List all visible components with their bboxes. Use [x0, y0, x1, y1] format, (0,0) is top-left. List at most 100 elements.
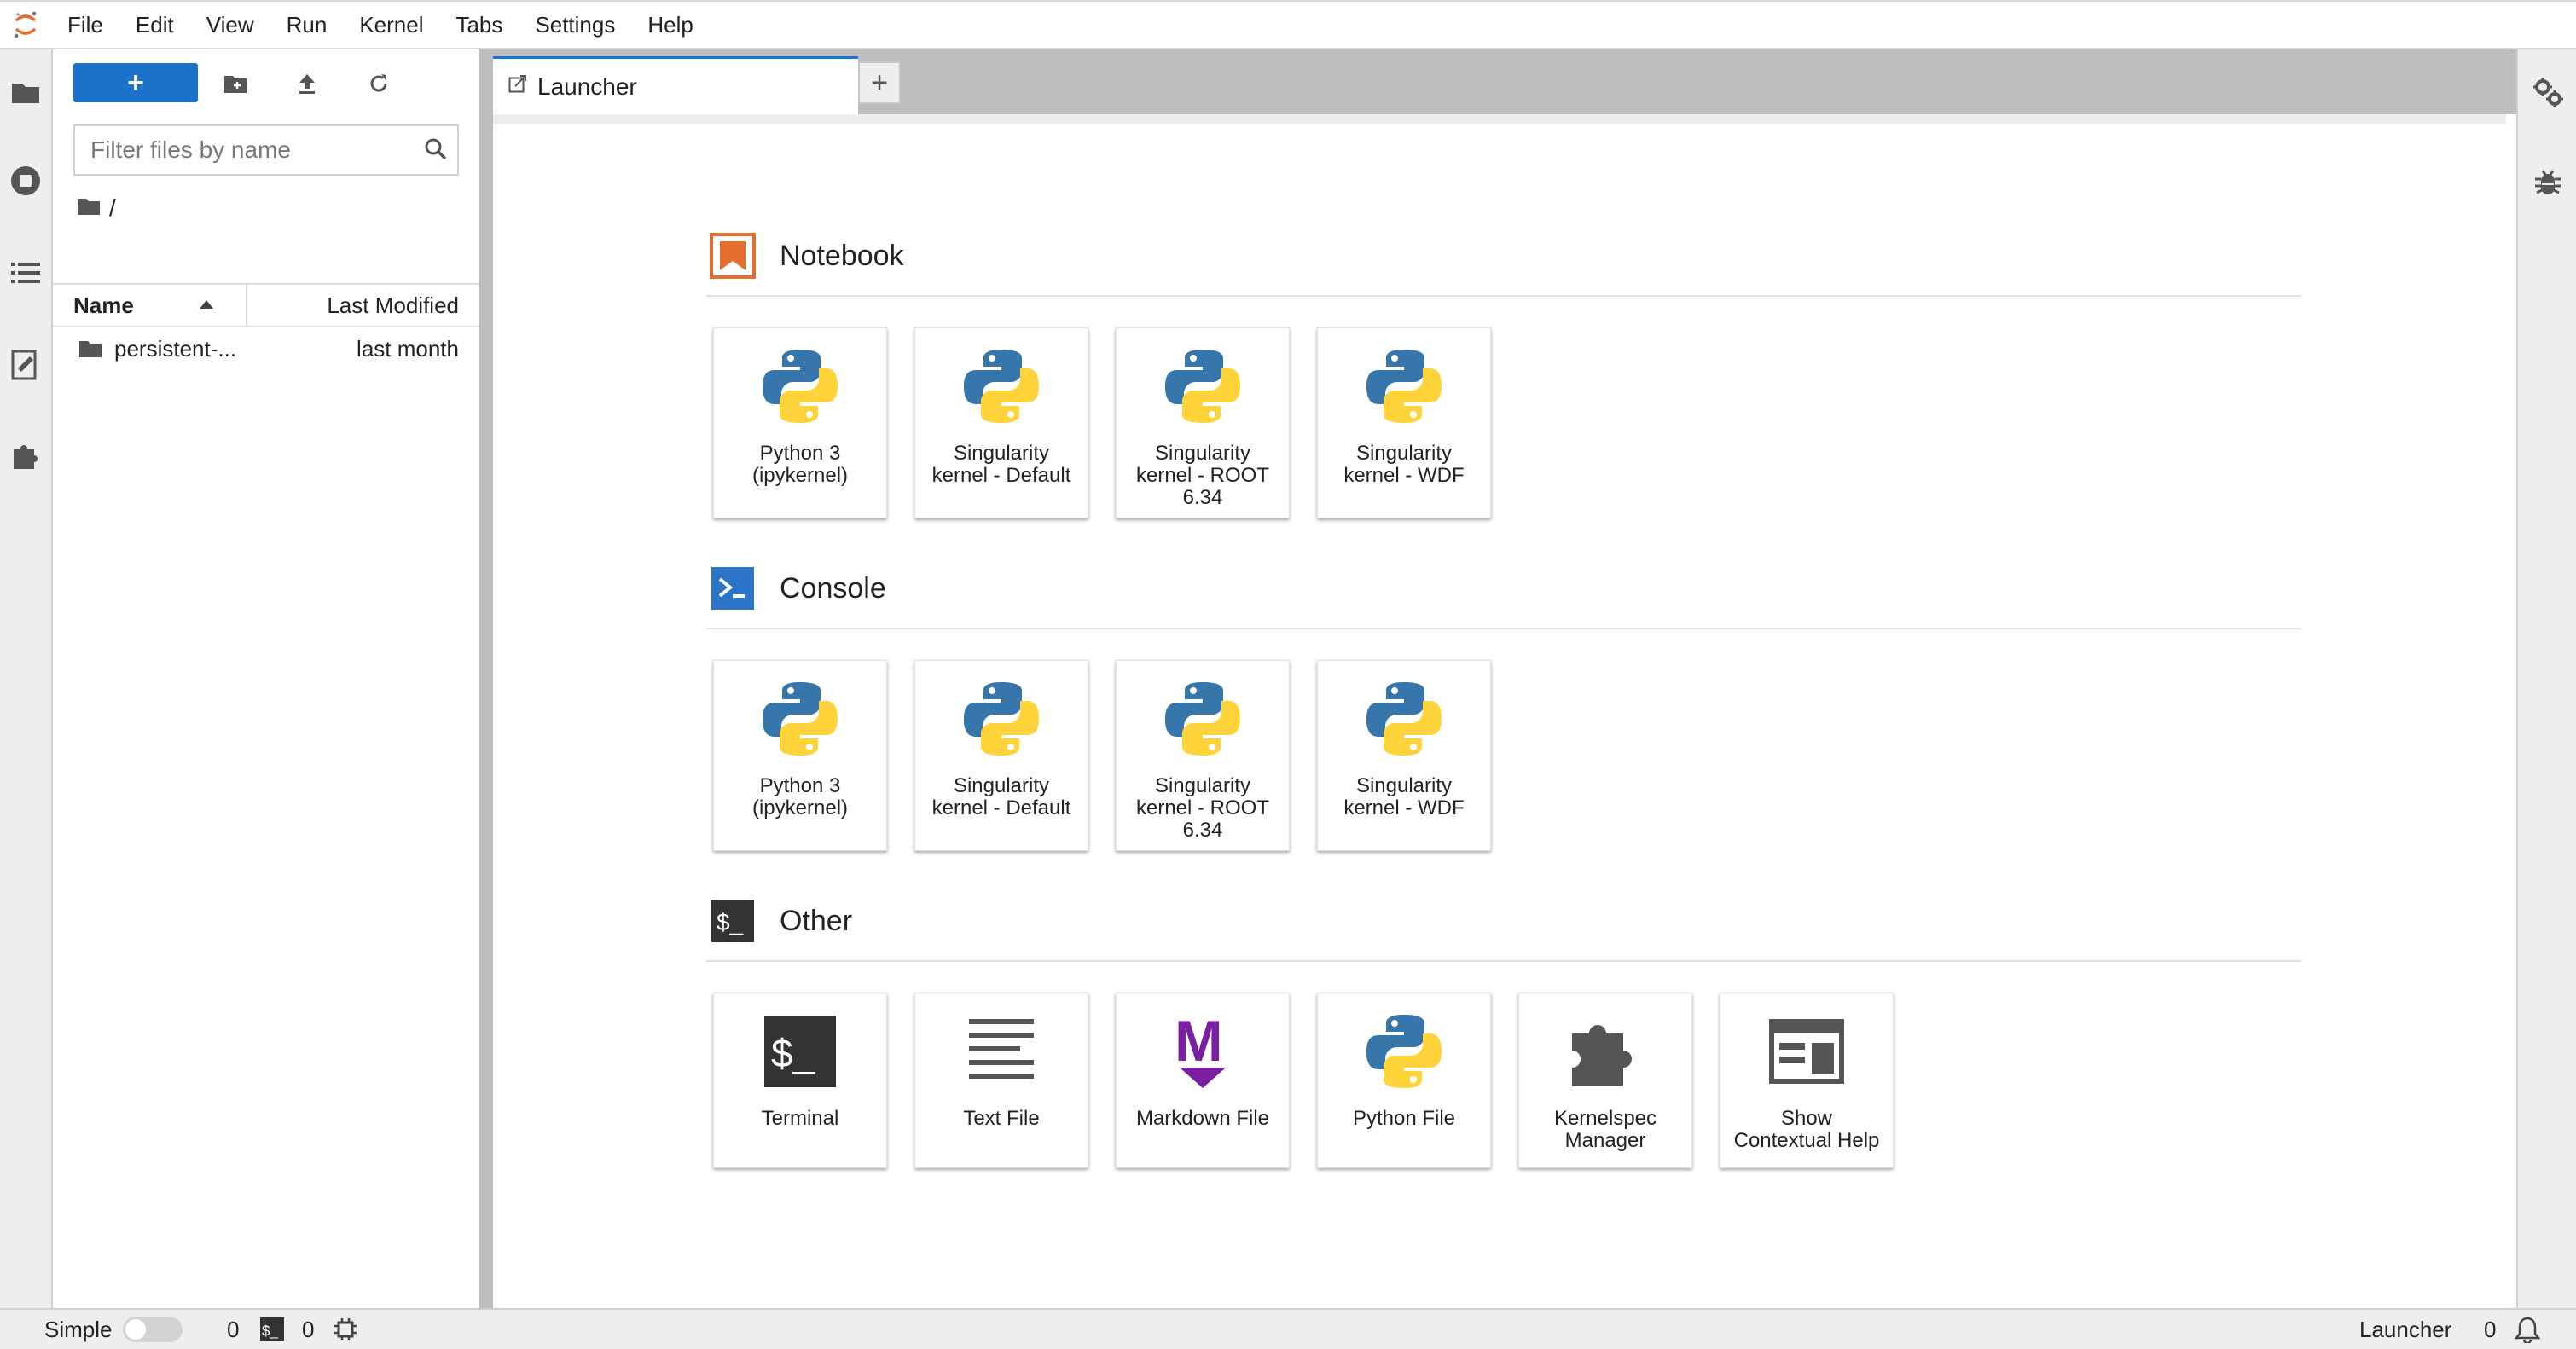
add-tab-label: +	[871, 66, 888, 99]
markdown-icon: M	[1160, 1009, 1245, 1094]
running-stop-icon[interactable]	[0, 155, 51, 206]
simple-mode-label: Simple	[44, 1316, 113, 1342]
kernel-chip-icon[interactable]	[333, 1310, 358, 1349]
launcher-card-markdown-file[interactable]: M Markdown File	[1116, 993, 1290, 1168]
python-logo-icon	[757, 676, 843, 761]
launcher-card-console-singularity-root[interactable]: Singularity kernel - ROOT 6.34	[1116, 660, 1290, 851]
column-name-header[interactable]: Name	[73, 292, 134, 319]
table-of-contents-icon[interactable]	[0, 247, 51, 298]
menu-item-view[interactable]: View	[190, 1, 270, 49]
launcher-body: Notebook Python 3 (ipykernel) Singularit…	[493, 114, 2506, 1308]
launcher-card-notebook-singularity-default[interactable]: Singularity kernel - Default	[914, 327, 1088, 518]
section-divider	[706, 628, 2301, 629]
launcher-card-terminal[interactable]: $_ Terminal	[713, 993, 887, 1168]
launcher-card-console-singularity-default[interactable]: Singularity kernel - Default	[914, 660, 1088, 851]
section-notebook-header: Notebook	[710, 230, 904, 281]
section-divider	[706, 295, 2301, 297]
launcher-card-console-singularity-wdf[interactable]: Singularity kernel - WDF	[1317, 660, 1491, 851]
menu-item-file[interactable]: File	[51, 1, 119, 49]
menu-item-edit[interactable]: Edit	[119, 1, 190, 49]
menu-item-help[interactable]: Help	[631, 1, 709, 49]
python-logo-icon	[1160, 344, 1245, 429]
section-title: Other	[780, 904, 853, 937]
notifications-bell-icon[interactable]	[2515, 1310, 2540, 1349]
card-label: Python 3 (ipykernel)	[751, 442, 849, 487]
property-inspector-icon[interactable]	[0, 339, 51, 391]
plus-label: +	[127, 66, 144, 99]
sort-ascending-icon	[200, 300, 213, 309]
tab-label: Launcher	[537, 72, 637, 100]
main-dock-area: Launcher + Notebook Python 3 (ipykernel)	[493, 49, 2516, 1308]
terminals-count[interactable]: 0	[227, 1310, 239, 1349]
tab-launcher[interactable]: Launcher	[493, 56, 858, 114]
simple-mode-toggle[interactable]	[123, 1310, 183, 1349]
breadcrumb-home-folder-icon[interactable]	[77, 194, 101, 222]
file-list-item[interactable]: persistent-... last month	[53, 327, 479, 370]
launcher-card-console-python3[interactable]: Python 3 (ipykernel)	[713, 660, 887, 851]
section-console-header: Console	[710, 563, 886, 614]
console-icon	[710, 565, 756, 611]
text-file-icon	[959, 1009, 1044, 1094]
breadcrumb-root[interactable]: /	[109, 194, 116, 222]
launcher-card-notebook-singularity-root[interactable]: Singularity kernel - ROOT 6.34	[1116, 327, 1290, 518]
card-label: Singularity kernel - Default	[931, 774, 1071, 819]
card-label: Python File	[1352, 1107, 1456, 1130]
menu-item-kernel[interactable]: Kernel	[343, 1, 439, 49]
section-other-header: $_ Other	[710, 895, 852, 947]
new-launcher-button[interactable]: +	[73, 63, 198, 102]
notebook-icon	[710, 233, 756, 279]
upload-icon[interactable]	[292, 68, 322, 99]
property-gears-icon[interactable]	[2522, 67, 2573, 118]
add-tab-button[interactable]: +	[858, 61, 901, 104]
card-label: Markdown File	[1135, 1107, 1270, 1130]
kernels-count[interactable]: 0	[302, 1310, 314, 1349]
card-label: Text File	[963, 1107, 1040, 1130]
launcher-card-kernelspec-manager[interactable]: Kernelspec Manager	[1518, 993, 1692, 1168]
card-label: Singularity kernel - ROOT 6.34	[1135, 774, 1270, 842]
menu-item-run[interactable]: Run	[270, 1, 344, 49]
launcher-tab-icon	[508, 75, 527, 98]
card-label: Python 3 (ipykernel)	[751, 774, 849, 819]
launcher-card-python-file[interactable]: Python File	[1317, 993, 1491, 1168]
python-logo-icon	[1361, 676, 1447, 761]
launcher-card-notebook-singularity-wdf[interactable]: Singularity kernel - WDF	[1317, 327, 1491, 518]
launcher-card-contextual-help[interactable]: Show Contextual Help	[1720, 993, 1894, 1168]
extension-puzzle-icon[interactable]	[0, 430, 51, 481]
folder-icon[interactable]	[0, 67, 51, 118]
notifications-count[interactable]: 0	[2484, 1310, 2496, 1349]
menu-item-tabs[interactable]: Tabs	[439, 1, 519, 49]
menu-bar: File Edit View Run Kernel Tabs Settings …	[0, 0, 2576, 49]
new-folder-icon[interactable]	[220, 68, 251, 99]
toggle-track[interactable]	[123, 1317, 183, 1342]
column-last-modified-header[interactable]: Last Modified	[327, 292, 459, 319]
folder-icon	[78, 338, 102, 364]
breadcrumb: /	[77, 191, 116, 225]
refresh-icon[interactable]	[363, 68, 394, 99]
card-label: Singularity kernel - WDF	[1343, 774, 1465, 819]
jupyter-logo-icon	[0, 1, 51, 49]
file-filter-input[interactable]	[75, 136, 408, 164]
file-browser-toolbar: +	[53, 49, 479, 116]
status-bar: Simple 0 $_ 0 Launcher 0	[0, 1308, 2576, 1349]
svg-text:M: M	[1175, 1011, 1223, 1074]
terminal-status-icon[interactable]: $_	[259, 1310, 285, 1349]
toggle-knob	[125, 1319, 146, 1340]
card-label: Terminal	[761, 1107, 839, 1130]
sidebar-splitter[interactable]	[479, 49, 493, 1308]
terminal-icon: $_	[710, 898, 756, 944]
menu-item-settings[interactable]: Settings	[519, 1, 631, 49]
svg-text:$_: $_	[771, 1031, 816, 1075]
card-label: Singularity kernel - WDF	[1343, 442, 1465, 487]
file-list-header: Name Last Modified	[53, 283, 479, 327]
left-activity-bar	[0, 49, 53, 1308]
file-filter-field[interactable]	[73, 124, 459, 176]
puzzle-icon	[1563, 1009, 1648, 1094]
launcher-card-notebook-python3[interactable]: Python 3 (ipykernel)	[713, 327, 887, 518]
section-title: Console	[780, 571, 886, 605]
launcher-card-text-file[interactable]: Text File	[914, 993, 1088, 1168]
file-modified: last month	[357, 335, 459, 362]
card-label: Singularity kernel - ROOT 6.34	[1135, 442, 1270, 509]
column-divider[interactable]	[246, 285, 247, 326]
python-logo-icon	[1361, 344, 1447, 429]
debugger-bug-icon[interactable]	[2522, 157, 2573, 208]
